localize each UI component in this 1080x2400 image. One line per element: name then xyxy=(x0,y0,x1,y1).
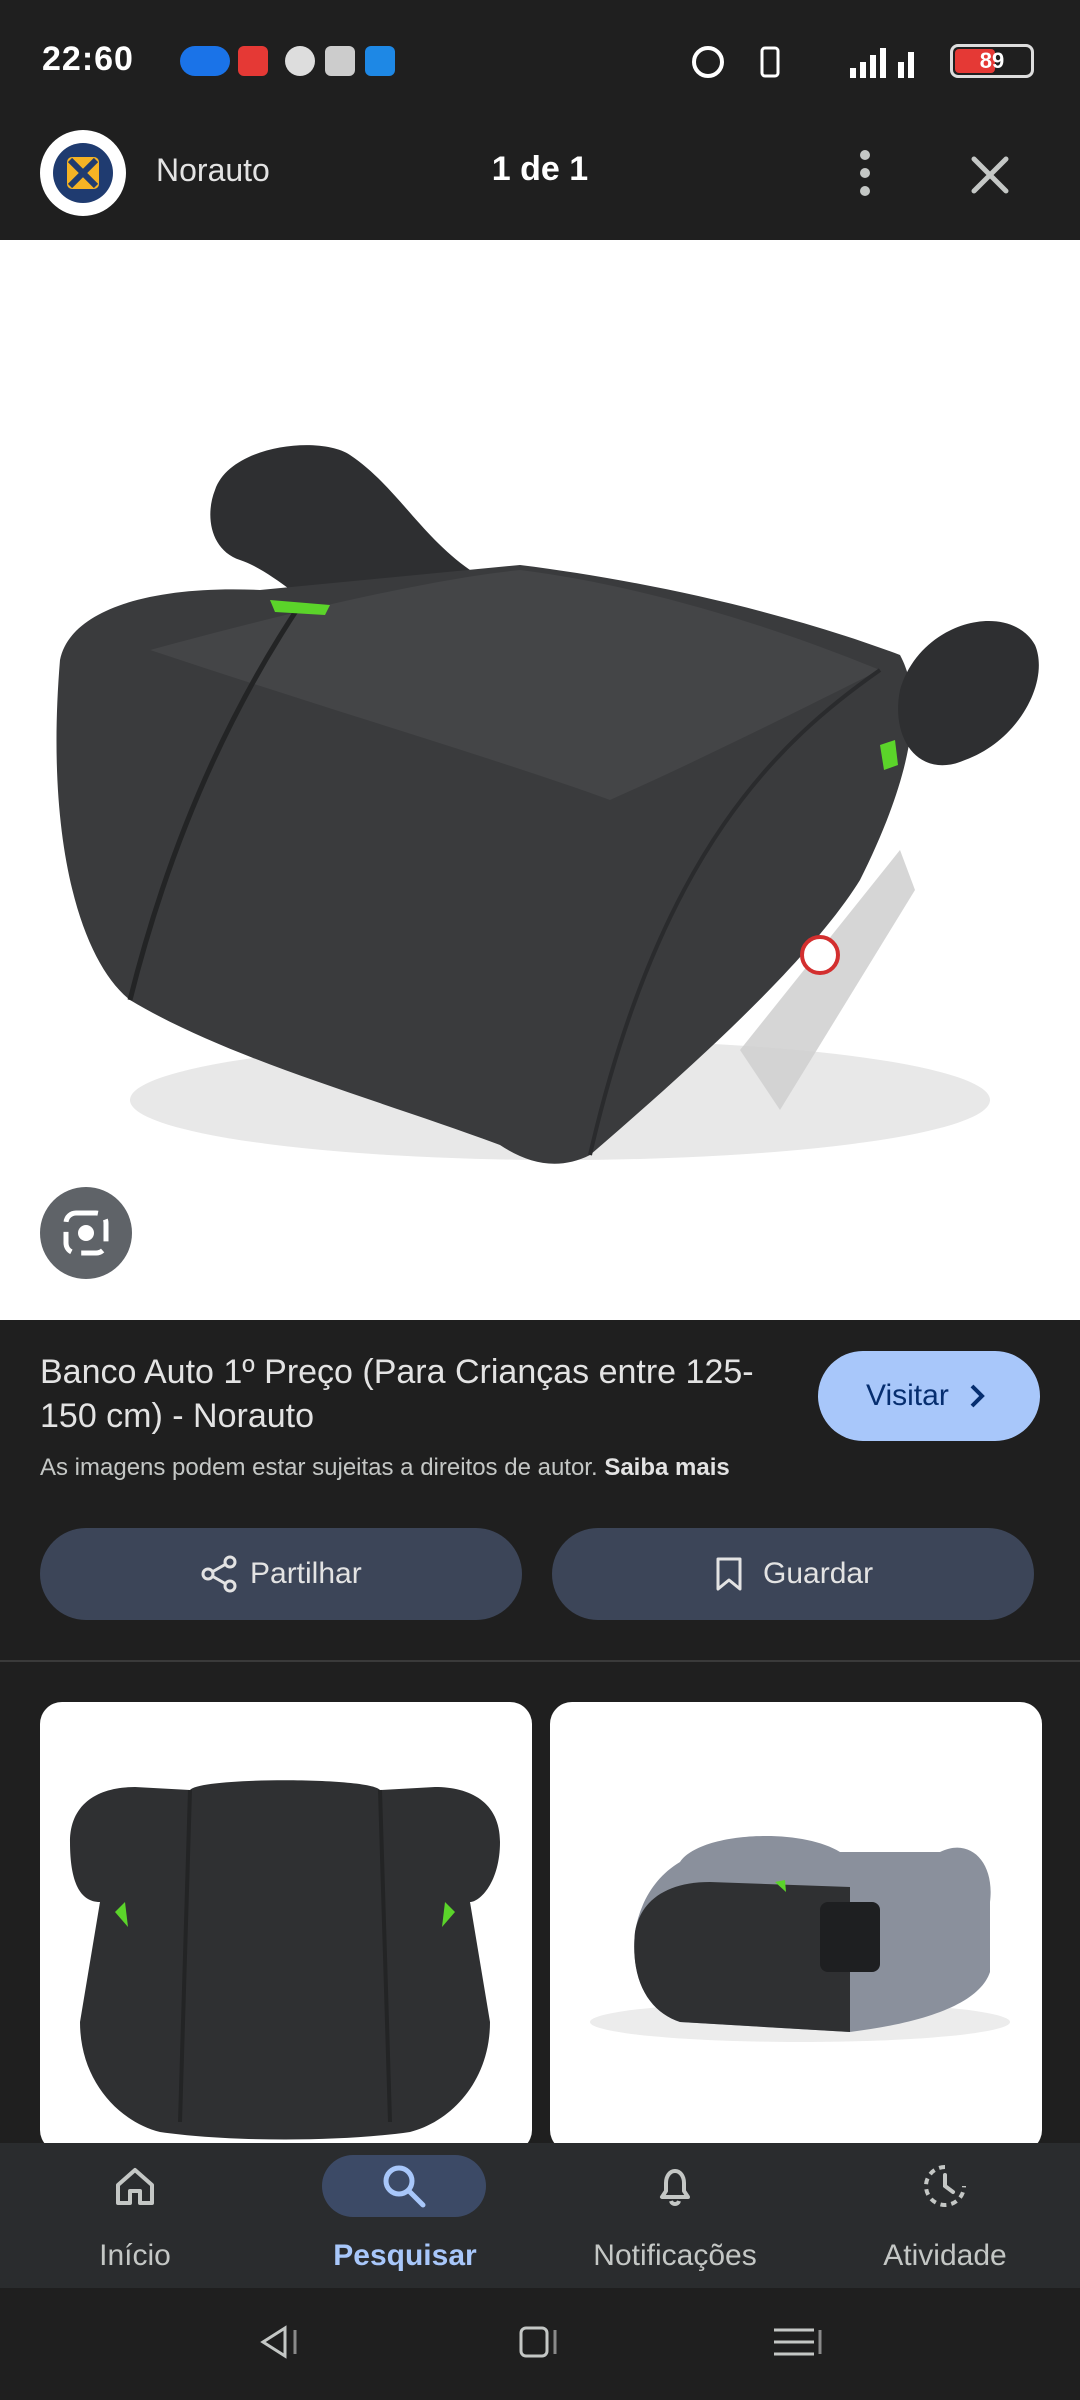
nav-item-activity[interactable]: Atividade xyxy=(810,2143,1080,2288)
nav-item-notifications[interactable]: Notificações xyxy=(540,2143,810,2288)
chrome-icon xyxy=(285,46,315,76)
booster-seat-front-image xyxy=(70,1780,500,2140)
visit-label: Visitar xyxy=(866,1379,949,1412)
nav-label: Atividade xyxy=(883,2239,1007,2272)
bookmark-icon xyxy=(716,1557,742,1591)
booster-seat-grey-image xyxy=(590,1835,1010,2042)
activity-icon xyxy=(924,2165,966,2207)
google-lens-icon xyxy=(63,1210,109,1256)
back-icon[interactable] xyxy=(255,2322,305,2362)
nav-label: Início xyxy=(99,2239,171,2272)
copyright-notice: As imagens podem estar sujeitas a direit… xyxy=(40,1454,730,1482)
alarm-icon xyxy=(692,46,724,78)
status-time: 22:60 xyxy=(42,40,134,78)
result-title[interactable]: Banco Auto 1º Preço (Para Crianças entre… xyxy=(40,1350,800,1438)
share-icon xyxy=(201,1555,237,1593)
more-options-button[interactable] xyxy=(845,145,885,201)
nav-label: Pesquisar xyxy=(333,2239,477,2272)
pdf-icon xyxy=(325,46,355,76)
related-image-card[interactable] xyxy=(550,1702,1042,2152)
nav-item-search[interactable]: Pesquisar xyxy=(270,2143,540,2288)
page-counter: 1 de 1 xyxy=(491,150,589,188)
close-icon xyxy=(971,156,1009,194)
booster-seat-image xyxy=(56,445,1039,1164)
copyright-text: As imagens podem estar sujeitas a direit… xyxy=(40,1454,598,1481)
visit-button[interactable]: Visitar xyxy=(818,1351,1040,1441)
vibrate-icon xyxy=(760,46,780,78)
bell-icon xyxy=(660,2169,690,2206)
save-button[interactable]: Guardar xyxy=(552,1528,1034,1620)
signal-icon xyxy=(850,48,914,78)
android-icon xyxy=(365,46,395,76)
recents-icon[interactable] xyxy=(515,2322,565,2362)
more-vert-icon xyxy=(860,150,870,196)
battery-level: 89 xyxy=(979,48,1005,73)
search-icon xyxy=(383,2165,426,2208)
home-icon xyxy=(116,2168,154,2205)
image-viewer[interactable] xyxy=(0,240,1080,1320)
divider xyxy=(0,1660,1080,1662)
location-icon xyxy=(180,46,230,76)
save-label: Guardar xyxy=(763,1557,874,1590)
battery-icon: 89 xyxy=(950,44,1034,78)
menu-icon[interactable] xyxy=(770,2322,826,2362)
share-button[interactable]: Partilhar xyxy=(40,1528,522,1620)
nav-label: Notificações xyxy=(593,2239,757,2272)
close-button[interactable] xyxy=(960,145,1020,205)
learn-more-link[interactable]: Saiba mais xyxy=(604,1454,729,1481)
google-lens-button[interactable] xyxy=(40,1187,132,1279)
share-label: Partilhar xyxy=(250,1557,362,1590)
status-icons xyxy=(692,46,914,78)
app-notification-icon xyxy=(238,46,268,76)
nav-item-home[interactable]: Início xyxy=(0,2143,270,2288)
related-image-card[interactable] xyxy=(40,1702,532,2152)
chevron-right-icon xyxy=(970,1384,985,1408)
